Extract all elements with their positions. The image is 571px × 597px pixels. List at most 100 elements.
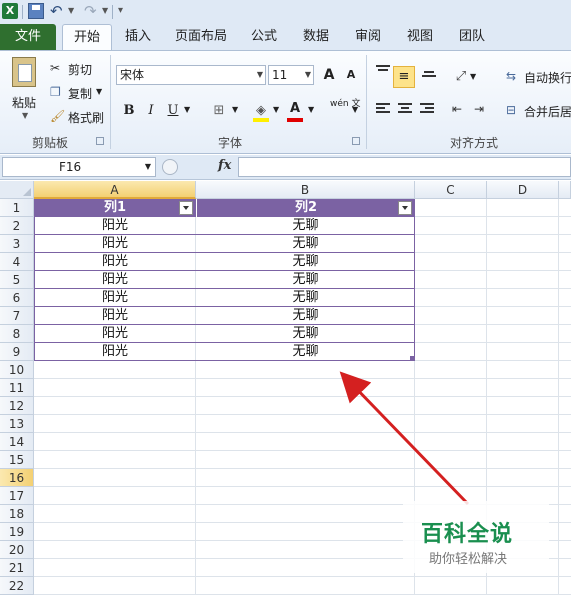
row-header[interactable]: 1: [0, 199, 34, 217]
table-cell[interactable]: 阳光: [34, 343, 196, 361]
tab-insert[interactable]: 插入: [118, 24, 158, 50]
table-cell[interactable]: 阳光: [34, 289, 196, 307]
copy-icon[interactable]: ❐: [50, 85, 61, 99]
column-header-a[interactable]: A: [34, 181, 196, 199]
orientation-dropdown-icon[interactable]: ▼: [470, 72, 476, 81]
paste-button[interactable]: 粘贴: [12, 94, 36, 111]
copy-button[interactable]: 复制: [68, 85, 92, 102]
select-all-corner[interactable]: [0, 181, 34, 199]
wrap-text-button[interactable]: 自动换行: [524, 69, 571, 86]
formula-input[interactable]: [238, 157, 571, 177]
wrap-text-icon[interactable]: ⇆: [506, 69, 516, 83]
tab-review[interactable]: 审阅: [348, 24, 388, 50]
shrink-font-button[interactable]: A: [340, 64, 362, 86]
row-header[interactable]: 12: [0, 397, 34, 415]
scissors-icon[interactable]: ✂: [50, 61, 60, 75]
row-header[interactable]: 3: [0, 235, 34, 253]
excel-logo-icon[interactable]: X: [2, 3, 18, 19]
format-painter-button[interactable]: 格式刷: [68, 109, 104, 126]
row-header[interactable]: 22: [0, 577, 34, 595]
table-cell[interactable]: 无聊: [196, 253, 415, 271]
tab-view[interactable]: 视图: [400, 24, 440, 50]
insert-function-button[interactable]: fx: [218, 158, 231, 173]
cut-button[interactable]: 剪切: [68, 61, 92, 78]
font-color-dropdown-icon[interactable]: ▼: [308, 105, 314, 114]
orientation-icon[interactable]: ⤢: [450, 66, 472, 88]
font-launcher-icon[interactable]: [352, 137, 360, 145]
table-cell[interactable]: 无聊: [196, 307, 415, 325]
row-header[interactable]: 18: [0, 505, 34, 523]
undo-icon[interactable]: ↶: [50, 3, 66, 19]
border-icon[interactable]: ⊞: [208, 100, 230, 122]
table-cell[interactable]: 阳光: [34, 325, 196, 343]
name-box[interactable]: F16 ▼: [2, 157, 156, 177]
row-header[interactable]: 6: [0, 289, 34, 307]
tab-team[interactable]: 团队: [452, 24, 492, 50]
tab-page-layout[interactable]: 页面布局: [168, 24, 234, 50]
column-header-d[interactable]: D: [487, 181, 559, 199]
merge-center-icon[interactable]: ⊟: [506, 103, 516, 117]
redo-dropdown-icon[interactable]: ▼: [102, 3, 118, 19]
copy-dropdown-icon[interactable]: ▼: [96, 87, 102, 96]
table-cell[interactable]: 阳光: [34, 307, 196, 325]
formula-expand-icon[interactable]: [162, 159, 178, 175]
row-header[interactable]: 19: [0, 523, 34, 541]
align-middle-icon[interactable]: ≡: [393, 66, 415, 88]
chevron-down-icon[interactable]: ▼: [257, 66, 263, 84]
chevron-down-icon[interactable]: ▼: [145, 158, 151, 176]
column-header-c[interactable]: C: [415, 181, 487, 199]
phonetic-dropdown-icon[interactable]: ▼: [352, 105, 358, 114]
clipboard-launcher-icon[interactable]: [96, 137, 104, 145]
row-header[interactable]: 8: [0, 325, 34, 343]
tab-file[interactable]: 文件: [0, 24, 56, 50]
fill-color-dropdown-icon[interactable]: ▼: [273, 105, 279, 114]
row-header[interactable]: 21: [0, 559, 34, 577]
bold-button[interactable]: B: [118, 100, 140, 122]
table-header-col1[interactable]: 列1: [34, 199, 196, 217]
column-header-b[interactable]: B: [196, 181, 415, 199]
font-color-button[interactable]: A: [284, 98, 306, 120]
row-header[interactable]: 4: [0, 253, 34, 271]
align-bottom-icon[interactable]: [422, 71, 436, 79]
filter-dropdown-icon[interactable]: [179, 201, 193, 215]
row-header[interactable]: 10: [0, 361, 34, 379]
tab-formulas[interactable]: 公式: [244, 24, 284, 50]
align-right-icon[interactable]: [420, 103, 434, 115]
decrease-indent-icon[interactable]: ⇤: [452, 102, 462, 116]
row-header[interactable]: 15: [0, 451, 34, 469]
align-top-icon[interactable]: [376, 65, 390, 73]
format-painter-icon[interactable]: 🖌: [50, 109, 65, 123]
align-center-icon[interactable]: [398, 103, 412, 115]
undo-dropdown-icon[interactable]: ▼: [68, 3, 84, 19]
font-size-combo[interactable]: 11 ▼: [268, 65, 314, 85]
customize-toolbar-icon[interactable]: ▾: [118, 3, 134, 19]
table-cell[interactable]: 阳光: [34, 253, 196, 271]
table-cell[interactable]: 无聊: [196, 235, 415, 253]
table-cell[interactable]: 无聊: [196, 289, 415, 307]
font-name-combo[interactable]: 宋体 ▼: [116, 65, 266, 85]
table-resize-handle[interactable]: [410, 356, 414, 360]
row-header[interactable]: 16: [0, 469, 34, 487]
chevron-down-icon[interactable]: ▼: [305, 66, 311, 84]
redo-icon[interactable]: ↷: [84, 3, 100, 19]
row-header[interactable]: 5: [0, 271, 34, 289]
phonetic-button[interactable]: wén 文: [330, 99, 360, 110]
grow-font-button[interactable]: A: [318, 64, 340, 86]
table-cell[interactable]: 阳光: [34, 235, 196, 253]
row-header[interactable]: 13: [0, 415, 34, 433]
border-dropdown-icon[interactable]: ▼: [232, 105, 238, 114]
row-header[interactable]: 17: [0, 487, 34, 505]
underline-button[interactable]: U: [162, 100, 184, 122]
tab-data[interactable]: 数据: [296, 24, 336, 50]
table-cell[interactable]: 阳光: [34, 217, 196, 235]
paste-icon[interactable]: [12, 57, 36, 87]
row-header[interactable]: 20: [0, 541, 34, 559]
table-cell[interactable]: 无聊: [196, 217, 415, 235]
row-header[interactable]: 7: [0, 307, 34, 325]
row-header[interactable]: 9: [0, 343, 34, 361]
table-header-col2[interactable]: 列2: [196, 199, 415, 217]
merge-center-button[interactable]: 合并后居: [524, 103, 571, 120]
italic-button[interactable]: I: [140, 100, 162, 122]
increase-indent-icon[interactable]: ⇥: [474, 102, 484, 116]
paste-dropdown-icon[interactable]: ▼: [22, 111, 28, 120]
